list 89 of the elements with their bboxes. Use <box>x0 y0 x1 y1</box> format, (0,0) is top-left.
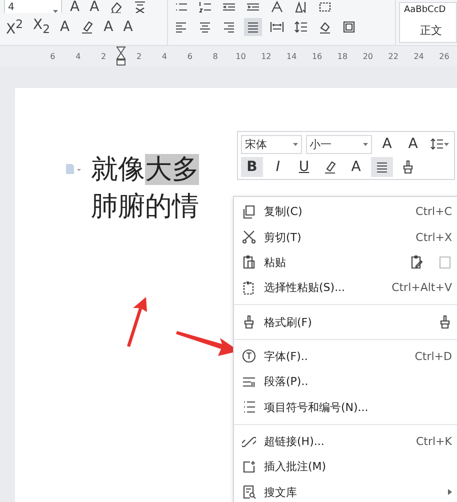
link-icon <box>242 434 256 449</box>
justify-icon <box>246 20 260 34</box>
clipboard-icon <box>242 255 256 270</box>
bold-button[interactable]: B <box>241 156 263 177</box>
document-text: 就像大多 <box>91 153 199 186</box>
paste-text-icon[interactable] <box>410 255 424 270</box>
ruler-number: 2 <box>135 52 143 60</box>
style-gallery[interactable]: AaBbCcD 正文 <box>399 2 457 43</box>
ruler-number: 12 <box>260 52 272 60</box>
copy-icon <box>242 204 256 219</box>
toolbar-button[interactable] <box>244 18 262 36</box>
ruler-number: 22 <box>387 52 400 60</box>
font-button[interactable]: A <box>88 0 102 13</box>
script-button[interactable]: X$_{2}$ <box>31 16 52 38</box>
color-button[interactable]: A <box>345 156 367 177</box>
menu-item[interactable]: 项目符号和编号(N)... <box>234 394 457 420</box>
numbered-list-icon <box>198 0 212 13</box>
chinese-layout-icon <box>270 0 284 13</box>
distribute-icon <box>270 20 284 34</box>
menu-item[interactable]: 超链接(H)... Ctrl+K <box>234 428 457 454</box>
font-button[interactable]: A <box>102 18 116 36</box>
justify-icon <box>375 160 389 174</box>
ruler-number: 18 <box>336 52 349 60</box>
format-painter-icon <box>242 315 256 330</box>
script-button[interactable]: X$^{2}$ <box>4 15 26 39</box>
paragraph-marks-icon <box>318 0 332 13</box>
ruler-number: 8 <box>212 52 219 60</box>
ruler-number: 16 <box>310 52 324 60</box>
line-spacing-icon <box>294 20 308 34</box>
ruler-number: 24 <box>412 52 425 60</box>
border-icon <box>342 20 356 34</box>
line-spacing-icon <box>430 137 444 152</box>
menu-item[interactable]: 粘贴 <box>234 250 457 276</box>
menu-item[interactable]: 格式刷(F) <box>234 309 457 335</box>
ruler-number: 6 <box>186 52 194 60</box>
shrink-font-button[interactable]: A <box>402 134 424 154</box>
indent-marker-icon[interactable] <box>116 46 126 66</box>
sort-icon <box>294 0 308 13</box>
document-text: 肺腑的情 <box>91 190 199 223</box>
highlighter-icon <box>323 160 337 174</box>
underline-button[interactable]: U <box>293 156 315 177</box>
menu-item[interactable]: 段落(P).. <box>234 369 457 395</box>
align-center-icon <box>198 20 212 34</box>
menu-item[interactable]: 字体(F).. Ctrl+D <box>234 344 457 370</box>
add-comment-icon <box>242 460 256 474</box>
align-right-icon <box>222 20 236 34</box>
ruler-number: 10 <box>234 52 247 60</box>
menu-item[interactable]: 搜文库 <box>234 480 457 502</box>
menu-item[interactable]: 复制(C) Ctrl+C <box>234 199 457 224</box>
caret-icon <box>53 10 58 12</box>
toolbar-button[interactable] <box>196 0 214 13</box>
caret-icon <box>363 142 368 146</box>
ruler-number: 4 <box>160 52 168 60</box>
scissors-icon <box>242 230 256 244</box>
grow-font-button[interactable]: A <box>376 134 398 154</box>
menu-item[interactable]: 选择性粘贴(S)... Ctrl+Alt+V <box>234 275 457 300</box>
align-button[interactable] <box>371 156 393 177</box>
italic-button[interactable]: I <box>267 156 289 177</box>
bullet-list-icon <box>242 400 256 414</box>
caret-icon <box>444 142 449 146</box>
shading-icon <box>318 20 332 34</box>
font-button[interactable]: A <box>121 18 135 36</box>
ruler-number: 20 <box>362 52 374 60</box>
font-button[interactable]: A <box>58 18 72 36</box>
font-size-select[interactable]: 小一 <box>306 134 372 154</box>
eraser-icon <box>109 0 124 13</box>
font-size-field[interactable]: 4 <box>4 0 62 13</box>
paragraph-icon <box>242 374 256 389</box>
phonetic-guide-icon <box>133 0 148 13</box>
document-search-icon <box>242 485 256 500</box>
style-name: 正文 <box>420 23 442 38</box>
format-painter-icon <box>401 160 415 174</box>
font-icon <box>242 349 256 364</box>
highlighter-icon <box>80 20 94 34</box>
ruler-number: 2 <box>100 52 108 60</box>
ruler-number: 14 <box>286 52 298 60</box>
ruler-number: 6 <box>49 52 56 60</box>
align-left-icon <box>174 20 188 34</box>
format-painter-icon[interactable] <box>438 315 452 330</box>
caret-icon <box>292 142 298 146</box>
menu-item[interactable]: 插入批注(M) <box>234 454 457 480</box>
clipboard-icon <box>242 280 256 295</box>
menu-item[interactable]: 剪切(T) Ctrl+X <box>234 224 457 250</box>
style-sample: AaBbCcD <box>404 5 446 15</box>
font-name-select[interactable]: 宋体 <box>241 134 302 154</box>
ruler-number: 4 <box>74 52 82 60</box>
ruler-number: 26 <box>438 52 450 60</box>
submenu-arrow-icon <box>448 489 452 496</box>
font-button[interactable]: A <box>68 0 82 13</box>
